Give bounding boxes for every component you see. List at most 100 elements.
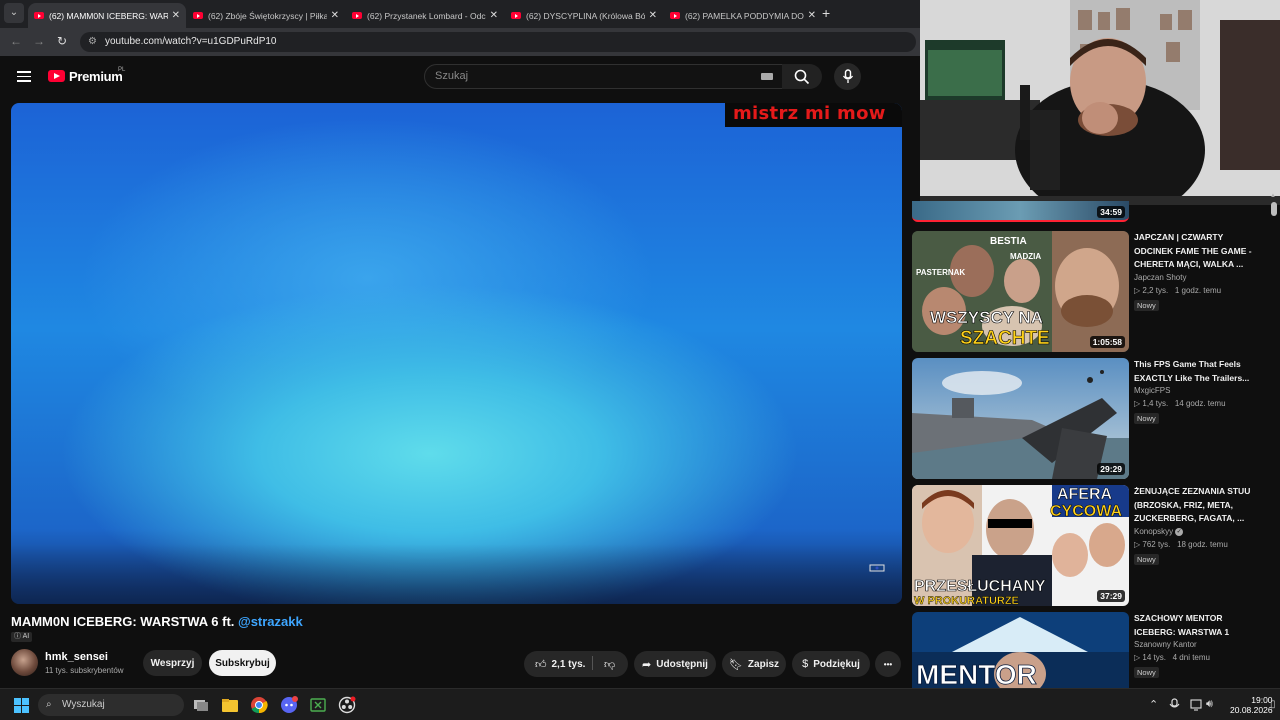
search-icon (794, 69, 810, 84)
obs-icon[interactable] (338, 696, 356, 714)
list-item[interactable]: MENTOR SZACHOWY MENTOR ICEBERG: WARSTWA … (912, 612, 1272, 688)
like-count[interactable]: 2,1 tys. (552, 659, 586, 670)
subscribe-button[interactable]: Subskrybuj (209, 650, 276, 676)
video-thumbnail[interactable]: BESTIA MADZIA PASTERNAK WSZYSCY NA SZACH… (912, 231, 1129, 352)
upload-age: 18 godz. temu (1177, 540, 1228, 549)
list-item[interactable]: 34:59 (912, 201, 1272, 222)
reload-icon[interactable]: ↻ (57, 34, 67, 48)
upload-age: 1 godz. temu (1174, 286, 1222, 295)
browser-tab[interactable]: (62) DYSCYPLINA (Królowa Bólu ✕ (505, 3, 663, 28)
video-title-text: MAMM0N ICEBERG: WARSTWA 6 ft. (11, 614, 239, 629)
close-tab-icon[interactable]: ✕ (490, 10, 498, 21)
video-player[interactable]: mistrz mi mow (11, 103, 902, 604)
save-button[interactable]: 🔖︎ Zapisz (722, 651, 786, 677)
microphone-tray-icon[interactable] (1168, 698, 1181, 712)
channel-avatar[interactable] (11, 649, 38, 676)
url-text: youtube.com/watch?v=u1GDPuRdP10 (105, 36, 277, 47)
video-thumbnail[interactable]: 29:29 (912, 358, 1129, 479)
tab-search-button[interactable]: ⌄ (4, 3, 24, 23)
close-tab-icon[interactable]: ✕ (331, 10, 339, 21)
list-item[interactable]: 29:29 This FPS Game That Feels EXACTLY L… (912, 358, 1272, 479)
channel-name[interactable]: hmk_sensei (45, 651, 108, 663)
search-input[interactable]: Szukaj (424, 64, 786, 89)
support-button[interactable]: Wesprzyj (143, 650, 202, 676)
file-explorer-icon[interactable] (221, 696, 239, 714)
menu-hamburger-icon[interactable] (17, 71, 31, 82)
volume-icon[interactable]: 🔊︎ (1206, 698, 1213, 711)
video-thumbnail[interactable]: 34:59 (912, 201, 1129, 222)
browser-tab[interactable]: (62) Zbóje Świętokrzyscy | Piłka ✕ (187, 3, 345, 28)
new-tab-button[interactable]: + (822, 5, 830, 21)
thumbs-down-icon[interactable]: 👎︎ (604, 658, 615, 671)
channel-name[interactable]: Konopskyy ✓ (1134, 527, 1184, 536)
ai-badge-label: AI (22, 633, 30, 640)
scroll-up-arrow-icon[interactable]: ▲ (1270, 193, 1276, 199)
video-title-mention-link[interactable]: @strazakk (238, 614, 303, 629)
video-title[interactable]: This FPS Game That Feels EXACTLY Like Th… (1134, 358, 1262, 385)
browser-tab[interactable]: (62) Przystanek Lombard - Odc ✕ (346, 3, 504, 28)
youtube-logo-icon[interactable] (48, 70, 65, 82)
discord-icon[interactable] (280, 696, 298, 714)
search-button[interactable] (782, 64, 822, 89)
video-title[interactable]: JAPCZAN | CZWARTY ODCINEK FAME THE GAME … (1134, 231, 1262, 272)
youtube-favicon-icon (352, 12, 362, 19)
url-field[interactable]: ⚙ youtube.com/watch?v=u1GDPuRdP10 (80, 32, 916, 52)
logo-text[interactable]: Premium (69, 69, 123, 84)
notification-bell-icon[interactable]: ▯ (1270, 699, 1276, 710)
bookmark-icon: 🔖︎ (728, 658, 743, 671)
thumbnail-image: AFERA CYCOWA PRZESŁUCHANY W PROKURATURZE (912, 485, 1129, 606)
clock-time: 19:00 (1251, 695, 1273, 705)
taskbar-search-input[interactable]: ⌕ Wyszukaj (38, 694, 184, 716)
browser-tab[interactable]: (62) PAMELKA PODDYMIA DO ✕ (664, 3, 822, 28)
close-tab-icon[interactable]: ✕ (808, 10, 816, 21)
thumb-text: BESTIA (990, 236, 1027, 247)
cast-icon[interactable] (869, 563, 885, 573)
task-view-icon[interactable] (192, 696, 210, 714)
webcam-image (920, 0, 1280, 205)
subscriber-count: 11 tys. subskrybentów (45, 666, 124, 675)
view-count: 1,4 tys. (1142, 399, 1169, 408)
chrome-icon[interactable] (250, 696, 268, 714)
app-icon[interactable] (309, 696, 327, 714)
logo-country-code: PL (118, 67, 126, 73)
sidebar-scrollbar-thumb[interactable] (1271, 202, 1277, 216)
view-count: 14 tys. (1142, 653, 1166, 662)
show-hidden-icons-chevron-icon[interactable]: ⌃ (1149, 698, 1158, 711)
channel-name[interactable]: Japczan Shoty (1134, 273, 1186, 282)
channel-name[interactable]: MxgicFPS (1134, 386, 1170, 395)
thumb-text: SZACHTE (960, 328, 1050, 349)
thumb-text: WSZYSCY NA (930, 308, 1043, 327)
thumbs-up-icon[interactable]: 👍︎ (535, 658, 547, 671)
list-item[interactable]: AFERA CYCOWA PRZESŁUCHANY W PROKURATURZE… (912, 485, 1272, 606)
close-tab-icon[interactable]: ✕ (172, 10, 180, 21)
list-item[interactable]: BESTIA MADZIA PASTERNAK WSZYSCY NA SZACH… (912, 231, 1272, 352)
video-title: MAMM0N ICEBERG: WARSTWA 6 ft. @strazakk (11, 614, 303, 629)
video-thumbnail[interactable]: AFERA CYCOWA PRZESŁUCHANY W PROKURATURZE… (912, 485, 1129, 606)
channel-name[interactable]: Szanowny Kantor (1134, 640, 1197, 649)
ai-badge: ⓘ AI (11, 632, 33, 642)
share-button[interactable]: ➦ Udostępnij (634, 651, 716, 677)
new-badge: Nowy (1134, 554, 1159, 565)
thumb-text: AFERA (1057, 486, 1113, 503)
keyboard-icon[interactable] (761, 73, 773, 80)
video-title[interactable]: ŻENUJĄCE ZEZNANIA STUU (BRZOSKA, FRIZ, M… (1134, 485, 1262, 526)
windows-start-icon[interactable] (14, 698, 29, 713)
network-icon[interactable] (1190, 698, 1203, 712)
more-icon: ••• (883, 659, 893, 669)
like-dislike-divider (592, 656, 593, 670)
close-tab-icon[interactable]: ✕ (649, 10, 657, 21)
site-info-icon[interactable]: ⚙ (88, 32, 97, 52)
video-title[interactable]: SZACHOWY MENTOR ICEBERG: WARSTWA 1 (1134, 612, 1262, 639)
thumbnail-image (912, 358, 1129, 479)
browser-tab[interactable]: (62) MAMM0N ICEBERG: WARSTWA 6 ft. @stra… (28, 3, 186, 28)
system-clock[interactable]: 19:00 20.08.2026 (1230, 695, 1273, 715)
forward-arrow-icon[interactable]: → (33, 34, 45, 48)
new-badge: Nowy (1134, 413, 1159, 424)
thanks-button[interactable]: $ Podziękuj (792, 651, 870, 677)
back-arrow-icon[interactable]: ← (10, 34, 22, 48)
super-thanks-icon: $ (802, 658, 809, 670)
video-thumbnail[interactable]: MENTOR (912, 612, 1129, 688)
youtube-favicon-icon (34, 12, 44, 19)
voice-search-button[interactable] (834, 63, 861, 90)
more-actions-button[interactable]: ••• (875, 651, 901, 677)
